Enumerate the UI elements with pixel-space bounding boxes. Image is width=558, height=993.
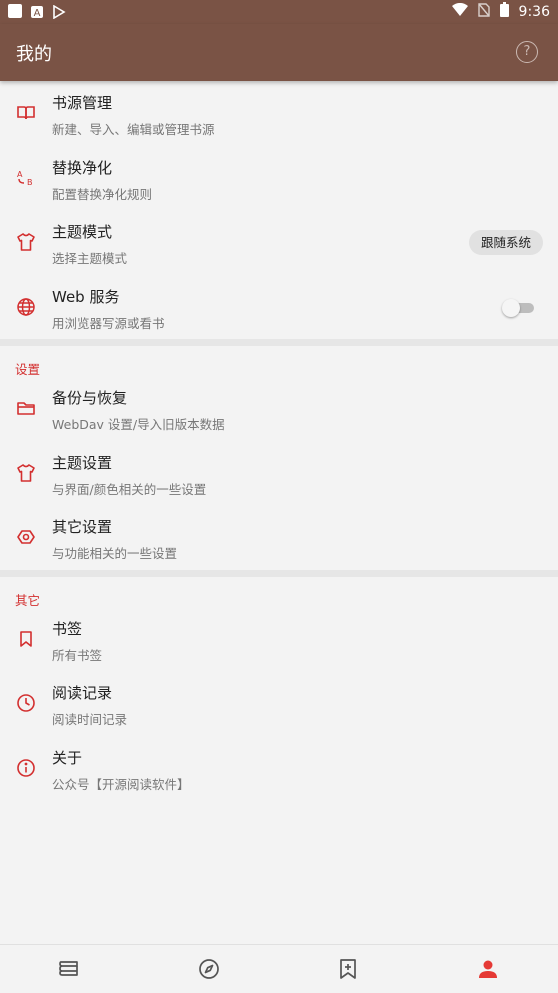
page-title: 我的 — [16, 44, 52, 65]
item-subtitle: WebDav 设置/导入旧版本数据 — [52, 417, 225, 432]
theme-mode-value-chip[interactable]: 跟随系统 — [469, 230, 543, 255]
bookshelf-icon[interactable] — [57, 957, 81, 981]
hexagon-settings-icon — [16, 527, 36, 547]
item-web-service[interactable]: Web 服务 用浏览器写源或看书 — [0, 275, 558, 340]
item-bookmarks[interactable]: 书签 所有书签 — [0, 607, 558, 672]
web-service-toggle[interactable] — [502, 299, 534, 317]
item-title: 阅读记录 — [52, 684, 113, 702]
help-icon[interactable]: ? — [516, 41, 538, 63]
item-other-settings[interactable]: 其它设置 与功能相关的一些设置 — [0, 505, 558, 570]
folder-icon — [16, 398, 36, 418]
item-subtitle: 公众号【开源阅读软件】 — [52, 776, 190, 792]
wifi-icon — [451, 2, 468, 21]
section-divider — [0, 569, 558, 577]
section-divider — [0, 339, 558, 346]
status-bar: A 9:36 — [0, 0, 558, 24]
notification-app-icon — [8, 4, 22, 18]
info-icon — [16, 758, 36, 778]
tshirt-icon — [16, 463, 36, 483]
settings-list: 书源管理 新建、导入、编辑或管理书源 AB 替换净化 配置替换净化规则 主题模式… — [0, 81, 558, 800]
no-sim-icon — [477, 2, 490, 21]
play-store-icon — [52, 4, 66, 20]
item-title: 备份与恢复 — [52, 389, 128, 407]
tshirt-icon — [16, 232, 36, 252]
svg-text:B: B — [27, 178, 33, 187]
item-title: 替换净化 — [52, 158, 113, 177]
item-about[interactable]: 关于 公众号【开源阅读软件】 — [0, 736, 558, 801]
section-header-settings: 设置 — [0, 346, 558, 377]
item-read-record[interactable]: 阅读记录 阅读时间记录 — [0, 671, 558, 736]
item-replace-purify[interactable]: AB 替换净化 配置替换净化规则 — [0, 146, 558, 211]
item-title: 书签 — [52, 619, 83, 638]
item-title: 书源管理 — [52, 94, 113, 112]
globe-icon — [16, 297, 36, 317]
item-title: 其它设置 — [52, 518, 113, 536]
section-header-other: 其它 — [0, 577, 558, 608]
bookmark-icon — [16, 629, 36, 649]
item-title: 关于 — [52, 748, 83, 767]
clock-time: 9:36 — [518, 3, 550, 20]
book-open-icon — [16, 103, 36, 123]
item-subtitle: 与界面/颜色相关的一些设置 — [52, 481, 207, 497]
item-theme-settings[interactable]: 主题设置 与界面/颜色相关的一些设置 — [0, 441, 558, 506]
item-subtitle: 选择主题模式 — [52, 251, 128, 266]
item-title: Web 服务 — [52, 287, 120, 306]
toggle-thumb — [502, 299, 520, 317]
item-book-source-manage[interactable]: 书源管理 新建、导入、编辑或管理书源 — [0, 81, 558, 146]
item-backup-restore[interactable]: 备份与恢复 WebDav 设置/导入旧版本数据 — [0, 376, 558, 441]
compass-icon[interactable] — [197, 957, 221, 981]
item-subtitle: 配置替换净化规则 — [52, 186, 153, 202]
person-icon[interactable] — [476, 957, 500, 981]
item-title: 主题模式 — [52, 223, 113, 241]
item-subtitle: 所有书签 — [52, 647, 103, 663]
svg-text:A: A — [34, 8, 41, 19]
bottom-navigation — [0, 944, 558, 993]
battery-icon — [499, 2, 509, 21]
svg-text:A: A — [17, 170, 23, 179]
item-subtitle: 阅读时间记录 — [52, 712, 128, 727]
font-a-icon: A — [30, 4, 44, 19]
clock-icon — [16, 693, 36, 713]
item-subtitle: 与功能相关的一些设置 — [52, 546, 178, 561]
item-subtitle: 新建、导入、编辑或管理书源 — [52, 122, 215, 137]
item-subtitle: 用浏览器写源或看书 — [52, 315, 165, 331]
a-to-b-replace-icon: AB — [16, 168, 36, 188]
app-bar: 我的 ? — [0, 24, 558, 81]
bookmark-add-icon[interactable] — [336, 957, 360, 981]
item-title: 主题设置 — [52, 453, 113, 472]
